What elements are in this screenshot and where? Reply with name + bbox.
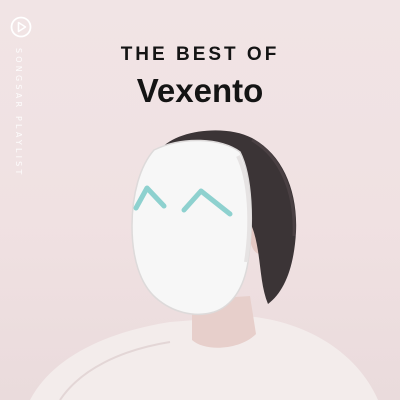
playlist-cover: SONGSAR PLAYLIST THE BEST OF Vexento — [0, 0, 400, 400]
artist-name: Vexento — [136, 72, 264, 109]
play-triangle-circle-icon — [10, 16, 32, 38]
pretitle: THE BEST OF — [120, 44, 280, 65]
mask — [131, 139, 253, 316]
cover-titles: THE BEST OF Vexento — [0, 44, 400, 109]
